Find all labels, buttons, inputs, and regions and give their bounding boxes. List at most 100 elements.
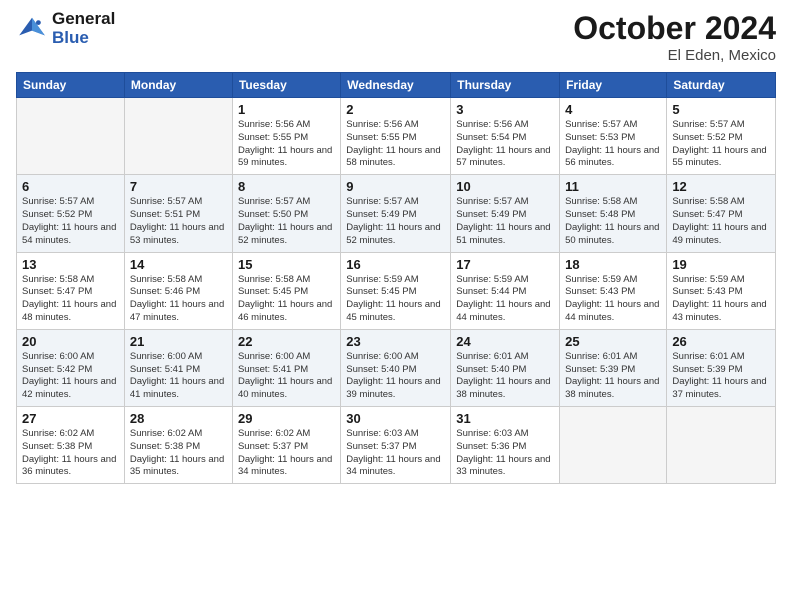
day-number: 17	[456, 257, 554, 272]
day-info: Sunrise: 6:00 AM Sunset: 5:41 PM Dayligh…	[238, 351, 335, 402]
calendar-week-row: 6 Sunrise: 5:57 AM Sunset: 5:52 PM Daylig…	[17, 175, 776, 252]
day-number: 13	[22, 257, 119, 272]
day-info: Sunrise: 5:59 AM Sunset: 5:43 PM Dayligh…	[672, 274, 770, 325]
location: El Eden, Mexico	[573, 47, 776, 64]
calendar-week-row: 1Sunrise: 5:56 AM Sunset: 5:55 PM Daylig…	[17, 98, 776, 175]
day-info: Sunrise: 5:58 AM Sunset: 5:48 PM Dayligh…	[565, 196, 661, 247]
day-info: Sunrise: 5:57 AM Sunset: 5:49 PM Dayligh…	[346, 196, 445, 247]
day-number: 19	[672, 257, 770, 272]
day-number: 18	[565, 257, 661, 272]
calendar-day-cell: 8 Sunrise: 5:57 AM Sunset: 5:50 PM Daylig…	[232, 175, 340, 252]
calendar-day-cell	[124, 98, 232, 175]
day-number: 6	[22, 179, 119, 194]
calendar-day-cell: 30 Sunrise: 6:03 AM Sunset: 5:37 PM Dayli…	[341, 407, 451, 484]
day-number: 28	[130, 411, 227, 426]
day-number: 26	[672, 334, 770, 349]
day-info: Sunrise: 5:57 AM Sunset: 5:50 PM Dayligh…	[238, 196, 335, 247]
day-info: Sunrise: 5:58 AM Sunset: 5:46 PM Dayligh…	[130, 274, 227, 325]
day-info: Sunrise: 5:58 AM Sunset: 5:47 PM Dayligh…	[22, 274, 119, 325]
day-info: Sunrise: 6:02 AM Sunset: 5:38 PM Dayligh…	[22, 428, 119, 479]
day-number: 8	[238, 179, 335, 194]
day-number: 16	[346, 257, 445, 272]
day-info: Sunrise: 6:01 AM Sunset: 5:39 PM Dayligh…	[672, 351, 770, 402]
day-info: Sunrise: 6:01 AM Sunset: 5:40 PM Dayligh…	[456, 351, 554, 402]
day-number: 22	[238, 334, 335, 349]
title-block: October 2024 El Eden, Mexico	[573, 10, 776, 64]
calendar-day-cell: 19 Sunrise: 5:59 AM Sunset: 5:43 PM Dayli…	[667, 252, 776, 329]
calendar-day-header: Saturday	[667, 73, 776, 98]
calendar-week-row: 27Sunrise: 6:02 AM Sunset: 5:38 PM Dayli…	[17, 407, 776, 484]
day-number: 14	[130, 257, 227, 272]
day-info: Sunrise: 6:03 AM Sunset: 5:37 PM Dayligh…	[346, 428, 445, 479]
day-number: 10	[456, 179, 554, 194]
calendar-day-cell: 5Sunrise: 5:57 AM Sunset: 5:52 PM Daylig…	[667, 98, 776, 175]
calendar-day-cell	[17, 98, 125, 175]
calendar-day-cell: 31 Sunrise: 6:03 AM Sunset: 5:36 PM Dayli…	[451, 407, 560, 484]
calendar-day-header: Thursday	[451, 73, 560, 98]
calendar-day-cell: 2Sunrise: 5:56 AM Sunset: 5:55 PM Daylig…	[341, 98, 451, 175]
calendar-day-cell: 23Sunrise: 6:00 AM Sunset: 5:40 PM Dayli…	[341, 329, 451, 406]
calendar-day-header: Tuesday	[232, 73, 340, 98]
calendar-day-cell: 10 Sunrise: 5:57 AM Sunset: 5:49 PM Dayli…	[451, 175, 560, 252]
calendar-day-cell: 6 Sunrise: 5:57 AM Sunset: 5:52 PM Daylig…	[17, 175, 125, 252]
calendar-day-cell: 29Sunrise: 6:02 AM Sunset: 5:37 PM Dayli…	[232, 407, 340, 484]
calendar-day-cell: 11 Sunrise: 5:58 AM Sunset: 5:48 PM Dayli…	[560, 175, 667, 252]
calendar-day-cell: 22 Sunrise: 6:00 AM Sunset: 5:41 PM Dayli…	[232, 329, 340, 406]
day-info: Sunrise: 5:58 AM Sunset: 5:45 PM Dayligh…	[238, 274, 335, 325]
day-number: 21	[130, 334, 227, 349]
month-title: October 2024	[573, 10, 776, 47]
day-info: Sunrise: 5:56 AM Sunset: 5:55 PM Dayligh…	[238, 119, 335, 170]
day-info: Sunrise: 5:56 AM Sunset: 5:55 PM Dayligh…	[346, 119, 445, 170]
calendar-day-cell: 3 Sunrise: 5:56 AM Sunset: 5:54 PM Daylig…	[451, 98, 560, 175]
calendar-day-cell: 27Sunrise: 6:02 AM Sunset: 5:38 PM Dayli…	[17, 407, 125, 484]
day-number: 31	[456, 411, 554, 426]
logo-general: General	[52, 10, 115, 29]
calendar-week-row: 13 Sunrise: 5:58 AM Sunset: 5:47 PM Dayli…	[17, 252, 776, 329]
calendar-header-row: SundayMondayTuesdayWednesdayThursdayFrid…	[17, 73, 776, 98]
calendar-day-cell: 15Sunrise: 5:58 AM Sunset: 5:45 PM Dayli…	[232, 252, 340, 329]
calendar-day-cell: 21 Sunrise: 6:00 AM Sunset: 5:41 PM Dayli…	[124, 329, 232, 406]
day-number: 4	[565, 102, 661, 117]
day-number: 3	[456, 102, 554, 117]
calendar-day-cell: 25 Sunrise: 6:01 AM Sunset: 5:39 PM Dayli…	[560, 329, 667, 406]
calendar-day-cell	[560, 407, 667, 484]
calendar-day-cell: 17 Sunrise: 5:59 AM Sunset: 5:44 PM Dayli…	[451, 252, 560, 329]
day-info: Sunrise: 5:56 AM Sunset: 5:54 PM Dayligh…	[456, 119, 554, 170]
day-info: Sunrise: 5:57 AM Sunset: 5:51 PM Dayligh…	[130, 196, 227, 247]
logo: General Blue	[16, 10, 115, 47]
calendar-day-cell: 28Sunrise: 6:02 AM Sunset: 5:38 PM Dayli…	[124, 407, 232, 484]
day-number: 30	[346, 411, 445, 426]
calendar-table: SundayMondayTuesdayWednesdayThursdayFrid…	[16, 72, 776, 484]
day-info: Sunrise: 5:57 AM Sunset: 5:52 PM Dayligh…	[672, 119, 770, 170]
calendar-day-cell: 1Sunrise: 5:56 AM Sunset: 5:55 PM Daylig…	[232, 98, 340, 175]
page: General Blue October 2024 El Eden, Mexic…	[0, 0, 792, 612]
calendar-day-cell: 4Sunrise: 5:57 AM Sunset: 5:53 PM Daylig…	[560, 98, 667, 175]
day-number: 23	[346, 334, 445, 349]
day-number: 12	[672, 179, 770, 194]
calendar-day-cell: 9 Sunrise: 5:57 AM Sunset: 5:49 PM Daylig…	[341, 175, 451, 252]
calendar-day-cell: 12Sunrise: 5:58 AM Sunset: 5:47 PM Dayli…	[667, 175, 776, 252]
day-info: Sunrise: 5:57 AM Sunset: 5:49 PM Dayligh…	[456, 196, 554, 247]
calendar-day-header: Monday	[124, 73, 232, 98]
calendar-day-header: Friday	[560, 73, 667, 98]
calendar-day-cell: 16Sunrise: 5:59 AM Sunset: 5:45 PM Dayli…	[341, 252, 451, 329]
day-info: Sunrise: 5:57 AM Sunset: 5:52 PM Dayligh…	[22, 196, 119, 247]
day-info: Sunrise: 5:59 AM Sunset: 5:44 PM Dayligh…	[456, 274, 554, 325]
calendar-day-header: Sunday	[17, 73, 125, 98]
day-number: 25	[565, 334, 661, 349]
day-info: Sunrise: 6:00 AM Sunset: 5:41 PM Dayligh…	[130, 351, 227, 402]
calendar-day-cell: 20Sunrise: 6:00 AM Sunset: 5:42 PM Dayli…	[17, 329, 125, 406]
day-number: 24	[456, 334, 554, 349]
day-info: Sunrise: 6:02 AM Sunset: 5:37 PM Dayligh…	[238, 428, 335, 479]
day-info: Sunrise: 6:03 AM Sunset: 5:36 PM Dayligh…	[456, 428, 554, 479]
header: General Blue October 2024 El Eden, Mexic…	[16, 10, 776, 64]
logo-blue: Blue	[52, 29, 115, 48]
logo-icon	[16, 13, 48, 45]
day-info: Sunrise: 6:01 AM Sunset: 5:39 PM Dayligh…	[565, 351, 661, 402]
day-number: 9	[346, 179, 445, 194]
day-info: Sunrise: 6:00 AM Sunset: 5:42 PM Dayligh…	[22, 351, 119, 402]
day-number: 11	[565, 179, 661, 194]
calendar-day-cell: 18Sunrise: 5:59 AM Sunset: 5:43 PM Dayli…	[560, 252, 667, 329]
calendar-day-cell: 26 Sunrise: 6:01 AM Sunset: 5:39 PM Dayli…	[667, 329, 776, 406]
calendar-week-row: 20Sunrise: 6:00 AM Sunset: 5:42 PM Dayli…	[17, 329, 776, 406]
